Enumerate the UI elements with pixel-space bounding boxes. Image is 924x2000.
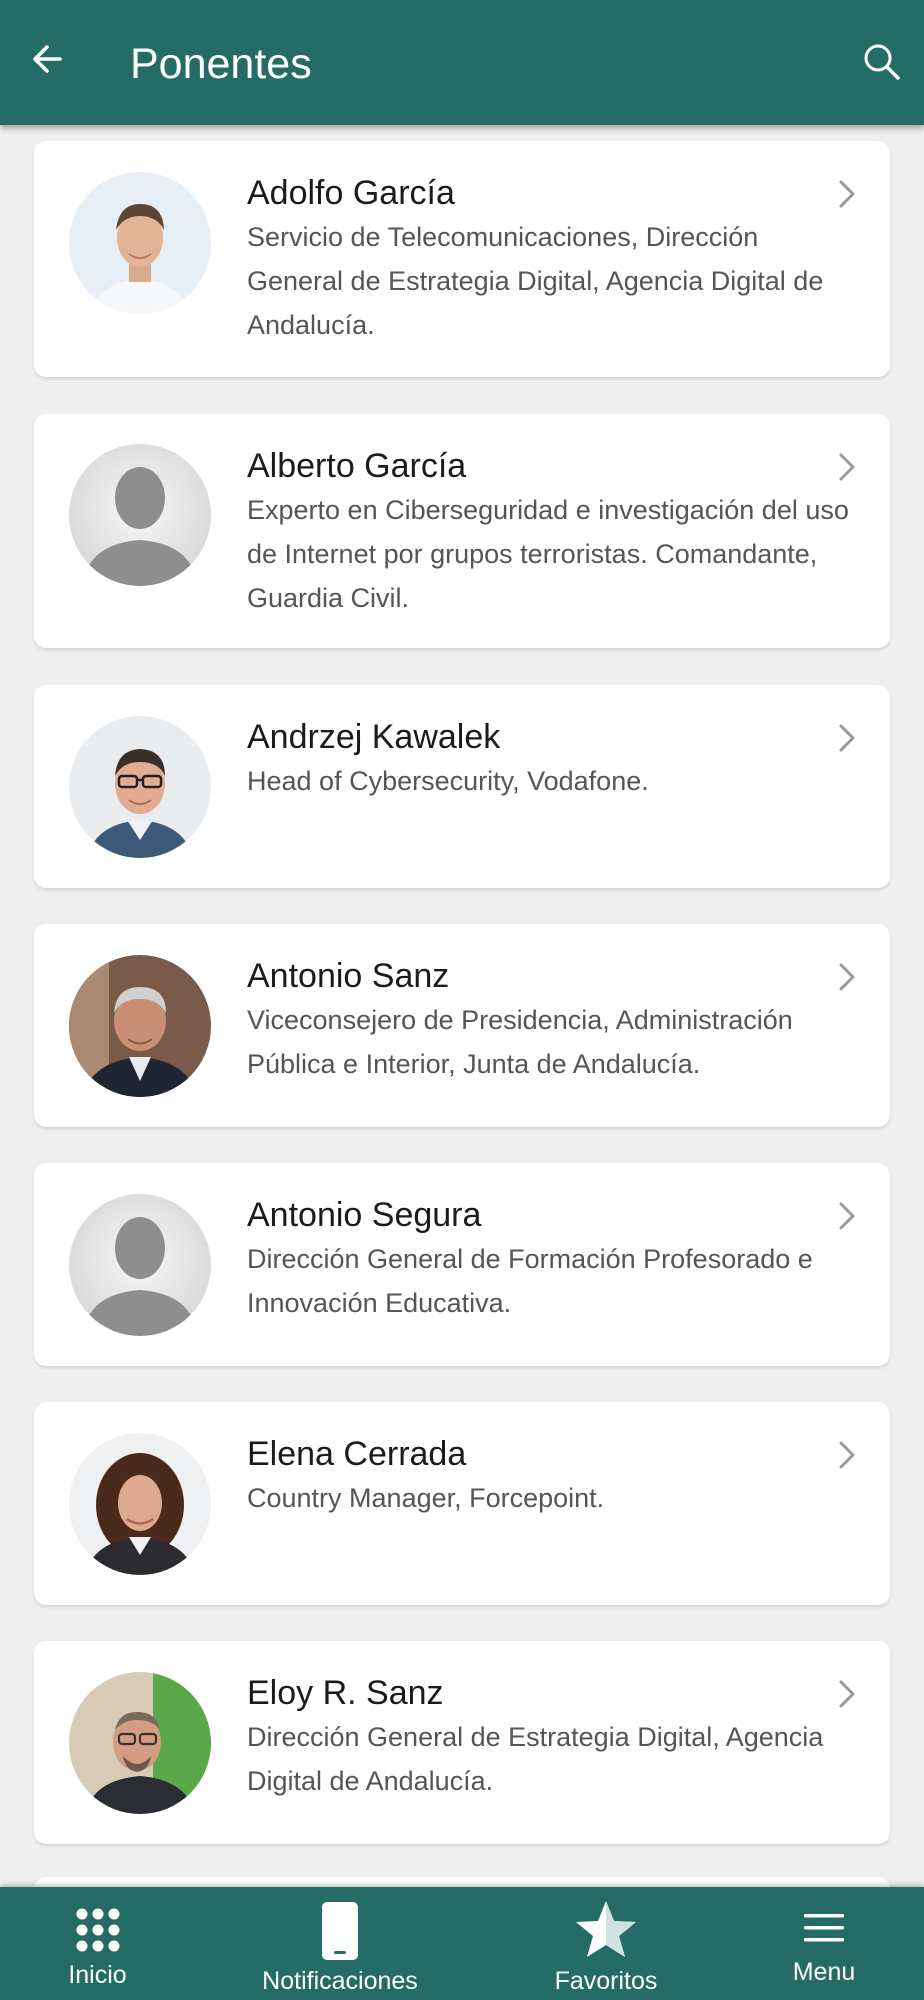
chevron-right-icon [839, 963, 855, 991]
avatar [69, 1433, 211, 1575]
search-button[interactable] [856, 36, 908, 88]
back-button[interactable] [22, 33, 74, 85]
speaker-card[interactable]: Adolfo García Servicio de Telecomunicaci… [34, 141, 890, 377]
speaker-card[interactable]: Elena Cerrada Country Manager, Forcepoin… [34, 1402, 890, 1605]
search-icon [864, 44, 900, 80]
nav-label: Inicio [68, 1961, 127, 1989]
speaker-name: Antonio Segura [247, 1196, 482, 1234]
chevron-right-icon [839, 724, 855, 752]
chevron-right-icon [839, 1441, 855, 1469]
speaker-description: Head of Cybersecurity, Vodafone. [247, 766, 649, 796]
nav-label: Menu [792, 1958, 856, 1986]
speaker-name: Andrzej Kawalek [247, 718, 501, 756]
speaker-card[interactable]: Alberto García Experto en Ciberseguridad… [34, 414, 890, 648]
nav-item-favoritos[interactable]: Favoritos [506, 1887, 706, 2000]
nav-label: Notificaciones [262, 1967, 418, 1995]
speaker-description: Country Manager, Forcepoint. [247, 1483, 605, 1513]
bottom-navigation: Inicio Notificaciones Favoritos Menu [0, 1887, 924, 2000]
chevron-right-icon [839, 1202, 855, 1230]
speaker-list[interactable]: Adolfo García Servicio de Telecomunicaci… [0, 125, 924, 1887]
avatar [69, 172, 211, 314]
speaker-card[interactable]: Andrzej Kawalek Head of Cybersecurity, V… [34, 685, 890, 888]
speaker-card[interactable]: Antonio Sanz Viceconsejero de Presidenci… [34, 924, 890, 1127]
nav-item-menu[interactable]: Menu [724, 1887, 924, 2000]
speaker-description: Viceconsejero de Presidencia, Administra… [247, 1005, 793, 1079]
chevron-right-icon [839, 180, 855, 208]
speaker-card[interactable]: Antonio Segura Dirección General de Form… [34, 1163, 890, 1366]
speaker-description: Dirección General de Formación Profesora… [247, 1244, 813, 1318]
speaker-name: Alberto García [247, 447, 467, 485]
speaker-name: Elena Cerrada [247, 1435, 467, 1473]
speaker-name: Antonio Sanz [247, 957, 450, 995]
page-title: Ponentes [130, 40, 312, 88]
nav-label: Favoritos [554, 1967, 658, 1995]
menu-icon [804, 1914, 844, 1942]
nav-item-notificaciones[interactable]: Notificaciones [240, 1887, 440, 2000]
avatar [69, 1672, 211, 1814]
phone-icon [322, 1902, 358, 1960]
chevron-right-icon [839, 1680, 855, 1708]
avatar [69, 716, 211, 858]
speaker-card[interactable]: Eloy R. Sanz Dirección General de Estrat… [34, 1641, 890, 1844]
chevron-right-icon [839, 453, 855, 481]
star-icon [576, 1901, 636, 1957]
avatar [69, 1194, 211, 1336]
speaker-description: Servicio de Telecomunicaciones, Direcció… [247, 222, 824, 340]
speaker-name: Adolfo García [247, 174, 455, 212]
avatar [69, 444, 211, 586]
app-screen: Ponentes Adolfo García Servicio de Telec… [0, 0, 924, 2000]
avatar [69, 955, 211, 1097]
speaker-description: Dirección General de Estrategia Digital,… [247, 1722, 824, 1796]
speaker-description: Experto en Ciberseguridad e investigació… [247, 495, 849, 613]
speaker-card[interactable] [34, 1877, 890, 1887]
grid-icon [76, 1908, 119, 1952]
arrow-left-icon [33, 45, 62, 73]
app-bar: Ponentes [0, 0, 924, 125]
speaker-name: Eloy R. Sanz [247, 1674, 444, 1712]
nav-item-inicio[interactable]: Inicio [0, 1887, 195, 2000]
